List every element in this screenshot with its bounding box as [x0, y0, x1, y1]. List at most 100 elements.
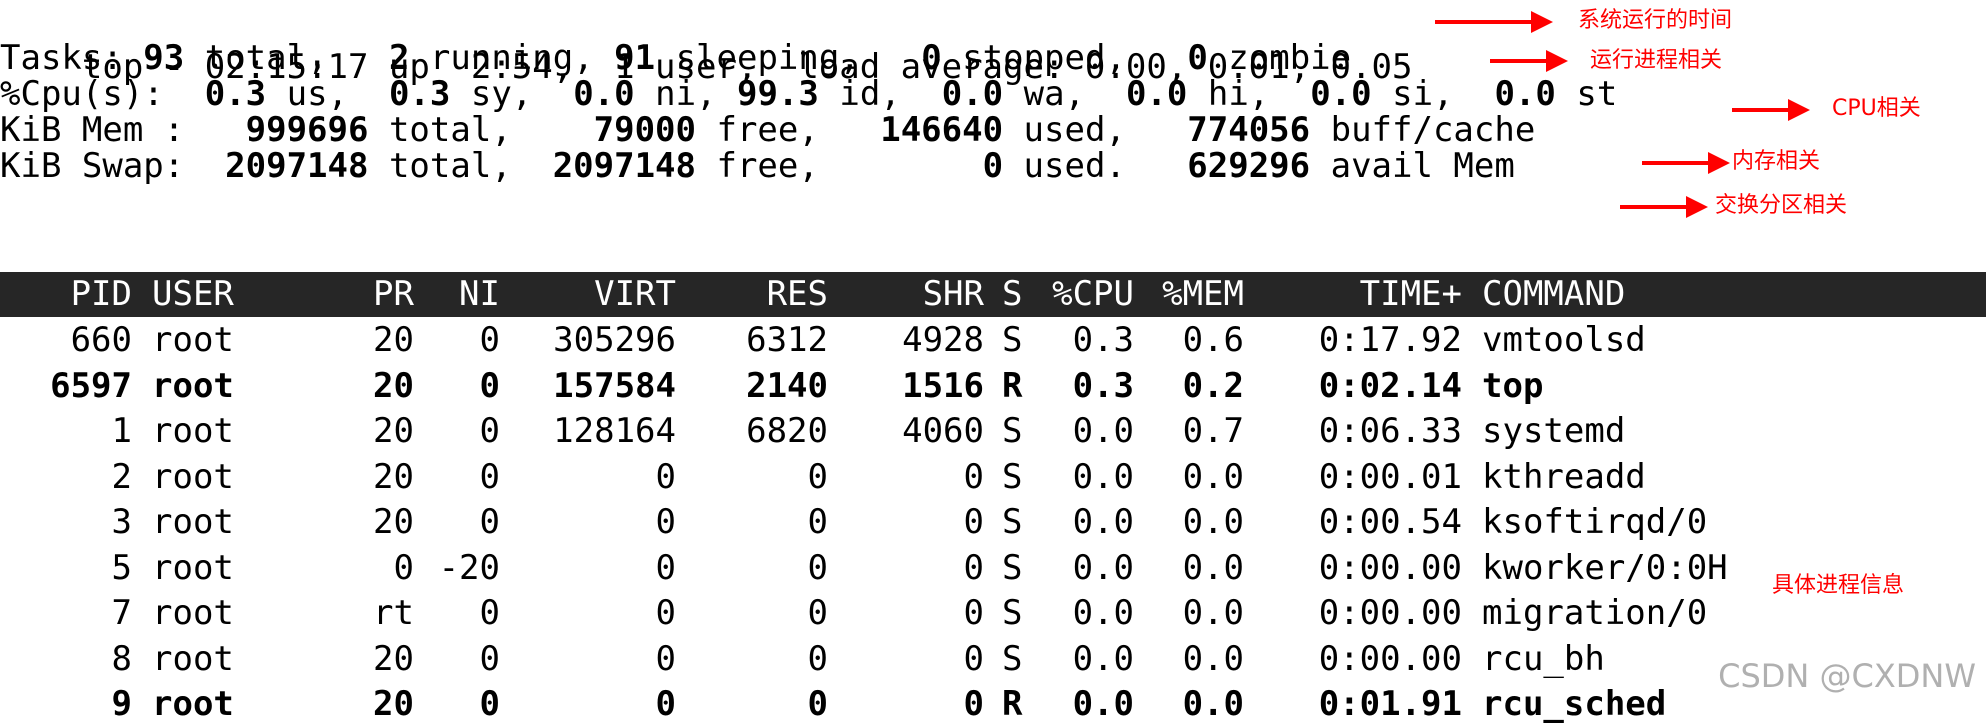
- process-pid: 1: [111, 411, 132, 451]
- annotation-processes: 具体进程信息: [1772, 573, 1905, 598]
- process-shr: 0: [963, 547, 984, 588]
- process-ni: 0: [479, 684, 500, 724]
- process-virt: 305296: [553, 320, 676, 360]
- process-s: S: [1002, 456, 1023, 497]
- process-mem: 0.0: [1182, 593, 1244, 633]
- process-user: root: [152, 638, 234, 679]
- process-cpu: 0.3: [1072, 320, 1134, 360]
- col-mem: %MEM: [1162, 274, 1244, 314]
- process-s: S: [1002, 411, 1023, 451]
- process-pr: 20: [373, 411, 414, 451]
- process-s: S: [1002, 320, 1023, 360]
- swap-free: 2097148: [552, 146, 696, 186]
- process-row: 5 root 0 -20 0 0 0 S 0.0 0.0 0:00.00 kworker/0:0H: [0, 546, 1986, 591]
- process-virt: 0: [655, 638, 676, 679]
- process-pid: 2: [111, 456, 132, 497]
- process-command: vmtoolsd: [1482, 320, 1646, 360]
- col-virt: VIRT: [594, 274, 676, 314]
- col-command: COMMAND: [1482, 274, 1626, 314]
- process-res: 0: [807, 502, 828, 542]
- arrow-uptime: [1435, 11, 1553, 33]
- process-ni: 0: [479, 593, 500, 633]
- process-pr: 20: [373, 502, 414, 542]
- process-table-header: PID USER PR NI VIRT RES SHR S %CPU %MEM …: [0, 272, 1986, 317]
- annotation-mem: 内存相关: [1732, 149, 1821, 174]
- swap-total-label: total,: [368, 146, 553, 186]
- annotation-swap: 交换分区相关: [1715, 193, 1848, 218]
- process-virt: 0: [655, 456, 676, 497]
- process-command: kthreadd: [1482, 456, 1646, 497]
- process-user: root: [152, 684, 234, 724]
- process-ni: 0: [479, 638, 500, 679]
- process-res: 2140: [746, 365, 828, 406]
- arrow-cpu: [1732, 99, 1810, 121]
- process-mem: 0.0: [1182, 684, 1244, 724]
- process-time: 0:00.00: [1318, 593, 1462, 633]
- col-ni: NI: [459, 274, 500, 314]
- process-shr: 4060: [902, 411, 984, 451]
- process-ni: 0: [479, 365, 500, 406]
- process-ni: 0: [479, 502, 500, 542]
- process-row: 3 root 20 0 0 0 0 S 0.0 0.0 0:00.54 ksoftirqd/0: [0, 500, 1986, 545]
- process-cpu: 0.0: [1072, 593, 1134, 633]
- process-virt: 157584: [553, 365, 676, 406]
- process-row: 7 root rt 0 0 0 0 S 0.0 0.0 0:00.00 migration/0: [0, 591, 1986, 636]
- annotation-cpu: CPU相关: [1832, 96, 1921, 121]
- process-pr: 20: [373, 684, 414, 724]
- process-shr: 0: [963, 502, 984, 542]
- process-pr: 0: [393, 547, 414, 588]
- process-time: 0:17.92: [1318, 320, 1462, 360]
- process-s: R: [1002, 365, 1023, 406]
- process-cpu: 0.0: [1072, 547, 1134, 588]
- col-shr: SHR: [922, 274, 984, 314]
- process-virt: 0: [655, 684, 676, 724]
- process-row: 8 root 20 0 0 0 0 S 0.0 0.0 0:00.00 rcu_bh: [0, 637, 1986, 682]
- process-cpu: 0.0: [1072, 502, 1134, 542]
- process-mem: 0.0: [1182, 638, 1244, 679]
- arrow-tasks: [1490, 50, 1568, 72]
- process-command: ksoftirqd/0: [1482, 502, 1708, 542]
- process-time: 0:00.01: [1318, 456, 1462, 497]
- process-virt: 0: [655, 593, 676, 633]
- process-user: root: [152, 456, 234, 497]
- process-user: root: [152, 547, 234, 588]
- process-pr: 20: [373, 365, 414, 406]
- process-cpu: 0.0: [1072, 456, 1134, 497]
- process-row: 1 root 20 0 128164 6820 4060 S 0.0 0.7 0:06.33 syst…: [0, 409, 1986, 454]
- process-mem: 0.0: [1182, 502, 1244, 542]
- process-res: 0: [807, 547, 828, 588]
- process-pid: 6597: [50, 365, 132, 406]
- col-res: RES: [766, 274, 828, 314]
- process-s: S: [1002, 547, 1023, 588]
- process-command: migration/0: [1482, 593, 1708, 633]
- process-virt: 0: [655, 547, 676, 588]
- process-command: systemd: [1482, 411, 1626, 451]
- process-s: S: [1002, 593, 1023, 633]
- process-user: root: [152, 593, 234, 633]
- process-time: 0:00.54: [1318, 502, 1462, 542]
- process-pr: 20: [373, 456, 414, 497]
- process-pid: 9: [111, 684, 132, 724]
- process-s: R: [1002, 684, 1023, 724]
- col-pid: PID: [70, 274, 132, 314]
- process-time: 0:02.14: [1318, 365, 1462, 406]
- process-pid: 5: [111, 547, 132, 588]
- process-cpu: 0.3: [1072, 365, 1134, 406]
- swap-avail-label: avail Mem: [1310, 146, 1515, 186]
- process-mem: 0.7: [1182, 411, 1244, 451]
- annotation-tasks: 运行进程相关: [1590, 48, 1723, 73]
- process-row: 2 root 20 0 0 0 0 S 0.0 0.0 0:00.01 kthreadd: [0, 455, 1986, 500]
- swap-label: KiB Swap:: [0, 146, 226, 186]
- swap-line: KiB Swap: 2097148 total, 2097148 free, 0…: [0, 144, 1515, 189]
- process-cpu: 0.0: [1072, 684, 1134, 724]
- swap-avail: 629296: [1187, 146, 1311, 186]
- process-command: rcu_sched: [1482, 684, 1667, 724]
- process-virt: 0: [655, 502, 676, 542]
- process-shr: 1516: [902, 365, 984, 406]
- process-user: root: [152, 411, 234, 451]
- process-pid: 7: [111, 593, 132, 633]
- process-s: S: [1002, 502, 1023, 542]
- process-row: 6597 root 20 0 157584 2140 1516 R 0.3 0.2 0:02.14 t…: [0, 364, 1986, 409]
- process-mem: 0.2: [1182, 365, 1244, 406]
- process-shr: 0: [963, 456, 984, 497]
